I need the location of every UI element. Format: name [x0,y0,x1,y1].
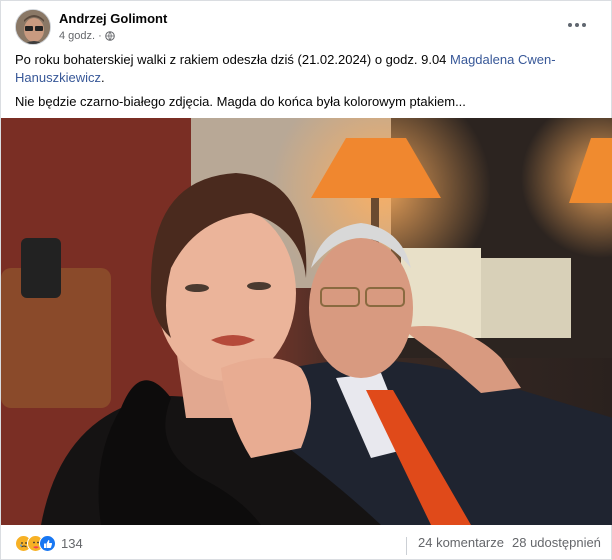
author-avatar[interactable] [15,9,51,45]
post-meta: 4 godz. · [59,30,115,42]
author-name[interactable]: Andrzej Golimont [59,11,167,26]
globe-icon [104,31,115,41]
photo-image [1,118,612,525]
post-text-line1: Po roku bohaterskiej walki z rakiem odes… [15,52,556,85]
post-card: Andrzej Golimont 4 godz. · Po roku bohat… [0,0,612,560]
more-options-icon[interactable] [563,13,591,37]
comments-count-link[interactable]: 24 komentarze [418,535,504,550]
post-photo[interactable] [1,118,612,525]
like-reaction-icon [39,535,56,552]
footer-divider [406,537,407,555]
avatar-image [16,10,50,44]
post-footer: 134 24 komentarze 28 udostępnień [1,525,612,560]
post-text-line2: Nie będzie czarno-białego zdjęcia. Magda… [15,94,466,109]
post-text: Po roku bohaterskiej walki z rakiem odes… [15,51,575,117]
reactions-summary[interactable]: 134 [15,535,83,552]
post-time[interactable]: 4 godz. [59,30,95,42]
shares-count-link[interactable]: 28 udostępnień [512,535,601,550]
reaction-count: 134 [61,536,83,551]
post-header: Andrzej Golimont 4 godz. · [15,9,597,47]
